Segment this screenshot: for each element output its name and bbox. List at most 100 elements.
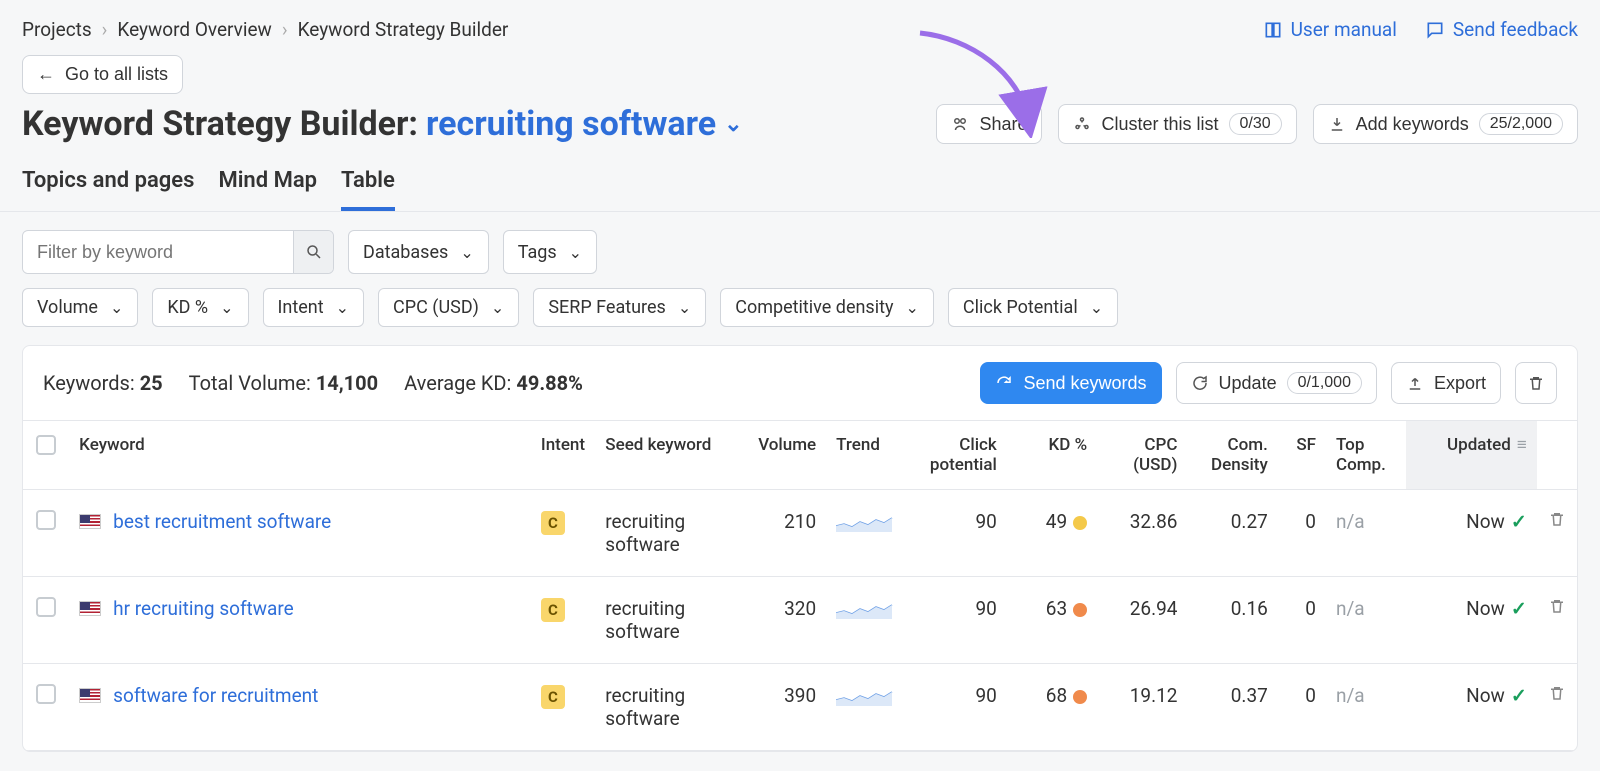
sf-value: 0 (1278, 664, 1326, 751)
cluster-badge: 0/30 (1229, 113, 1282, 135)
search-icon (305, 243, 323, 261)
page-title: Keyword Strategy Builder: recruiting sof… (22, 104, 743, 144)
filter-click-potential[interactable]: Click Potential⌄ (948, 288, 1118, 327)
add-keywords-button[interactable]: Add keywords 25/2,000 (1313, 104, 1578, 144)
row-checkbox[interactable] (36, 597, 56, 617)
volume-value: 320 (736, 577, 826, 664)
cpc-value: 32.86 (1097, 490, 1187, 577)
com-density-value: 0.37 (1187, 664, 1277, 751)
add-keywords-badge: 25/2,000 (1479, 113, 1563, 135)
summary-stats: Keywords: 25 Total Volume: 14,100 Averag… (43, 371, 583, 395)
seed-keyword: recruiting software (595, 490, 736, 577)
keyword-link[interactable]: software for recruitment (113, 684, 318, 707)
breadcrumb-item[interactable]: Keyword Strategy Builder (298, 18, 509, 41)
col-updated[interactable]: Updated≡ (1406, 421, 1536, 490)
filter-keyword-input[interactable] (23, 232, 293, 273)
chevron-right-icon: › (282, 18, 288, 41)
row-delete-button[interactable] (1548, 510, 1566, 533)
filter-tags[interactable]: Tags⌄ (503, 230, 597, 274)
trend-sparkline (836, 684, 896, 706)
check-icon: ✓ (1511, 684, 1527, 707)
updated-value: Now✓ (1406, 490, 1536, 577)
tab-topics-and-pages[interactable]: Topics and pages (22, 168, 194, 211)
search-button[interactable] (293, 231, 333, 273)
filter-kd[interactable]: KD %⌄ (152, 288, 248, 327)
top-comp-value: n/a (1326, 577, 1406, 664)
chat-icon (1425, 20, 1445, 40)
chevron-down-icon: ⌄ (906, 298, 919, 317)
volume-value: 390 (736, 664, 826, 751)
volume-value: 210 (736, 490, 826, 577)
trend-sparkline (836, 510, 896, 532)
filter-databases[interactable]: Databases⌄ (348, 230, 489, 274)
breadcrumb-item[interactable]: Keyword Overview (117, 18, 271, 41)
chevron-down-icon: ⌄ (220, 298, 233, 317)
share-icon (951, 115, 969, 133)
check-icon: ✓ (1511, 597, 1527, 620)
download-icon (1328, 115, 1346, 133)
breadcrumb: Projects › Keyword Overview › Keyword St… (22, 18, 508, 41)
updated-value: Now✓ (1406, 577, 1536, 664)
select-all-checkbox[interactable] (36, 435, 56, 455)
table-row: hr recruiting software C recruiting soft… (23, 577, 1577, 664)
filter-intent[interactable]: Intent⌄ (263, 288, 365, 327)
col-intent[interactable]: Intent (531, 421, 595, 490)
intent-badge: C (541, 685, 565, 709)
updated-value: Now✓ (1406, 664, 1536, 751)
chevron-down-icon: ⌄ (491, 298, 504, 317)
trash-icon (1548, 684, 1566, 702)
filter-cpc[interactable]: CPC (USD)⌄ (378, 288, 519, 327)
row-checkbox[interactable] (36, 684, 56, 704)
list-name-dropdown[interactable]: recruiting software ⌄ (426, 104, 743, 144)
go-to-all-lists-button[interactable]: ← Go to all lists (22, 55, 183, 94)
user-manual-link[interactable]: User manual (1263, 18, 1397, 41)
tab-mind-map[interactable]: Mind Map (218, 168, 317, 211)
col-cpc[interactable]: CPC (USD) (1097, 421, 1187, 490)
kd-value: 63 (1007, 577, 1097, 664)
chevron-down-icon: ⌄ (1090, 298, 1103, 317)
col-click-potential[interactable]: Click potential (906, 421, 1006, 490)
send-feedback-link[interactable]: Send feedback (1425, 18, 1578, 41)
kd-value: 68 (1007, 664, 1097, 751)
filter-competitive-density[interactable]: Competitive density⌄ (720, 288, 934, 327)
tab-table[interactable]: Table (341, 168, 395, 211)
export-button[interactable]: Export (1391, 362, 1501, 404)
intent-badge: C (541, 598, 565, 622)
cpc-value: 19.12 (1097, 664, 1187, 751)
row-delete-button[interactable] (1548, 684, 1566, 707)
keyword-link[interactable]: best recruitment software (113, 510, 331, 533)
chevron-down-icon: ⌄ (336, 298, 349, 317)
delete-all-button[interactable] (1515, 362, 1557, 404)
send-keywords-button[interactable]: Send keywords (980, 362, 1161, 404)
tabs: Topics and pages Mind Map Table (0, 144, 1600, 212)
chevron-down-icon: ⌄ (460, 243, 473, 262)
check-icon: ✓ (1511, 510, 1527, 533)
row-delete-button[interactable] (1548, 597, 1566, 620)
breadcrumb-item[interactable]: Projects (22, 18, 92, 41)
sf-value: 0 (1278, 490, 1326, 577)
col-keyword[interactable]: Keyword (69, 421, 531, 490)
trash-icon (1527, 374, 1545, 392)
click-potential-value: 90 (906, 490, 1006, 577)
cluster-list-button[interactable]: Cluster this list 0/30 (1058, 104, 1296, 144)
keyword-link[interactable]: hr recruiting software (113, 597, 294, 620)
cpc-value: 26.94 (1097, 577, 1187, 664)
filter-volume[interactable]: Volume⌄ (22, 288, 138, 327)
update-button[interactable]: Update 0/1,000 (1176, 362, 1377, 404)
kd-dot-icon (1073, 516, 1087, 530)
book-icon (1263, 20, 1283, 40)
row-checkbox[interactable] (36, 510, 56, 530)
redo-icon (995, 374, 1013, 392)
share-button[interactable]: Share (936, 104, 1042, 144)
col-top-comp[interactable]: Top Comp. (1326, 421, 1406, 490)
col-trend[interactable]: Trend (826, 421, 906, 490)
chevron-down-icon: ⌄ (110, 298, 123, 317)
trash-icon (1548, 597, 1566, 615)
chevron-right-icon: › (102, 18, 108, 41)
col-kd[interactable]: KD % (1007, 421, 1097, 490)
filter-serp-features[interactable]: SERP Features⌄ (533, 288, 706, 327)
col-com-density[interactable]: Com. Density (1187, 421, 1277, 490)
col-sf[interactable]: SF (1278, 421, 1326, 490)
col-seed[interactable]: Seed keyword (595, 421, 736, 490)
col-volume[interactable]: Volume (736, 421, 826, 490)
